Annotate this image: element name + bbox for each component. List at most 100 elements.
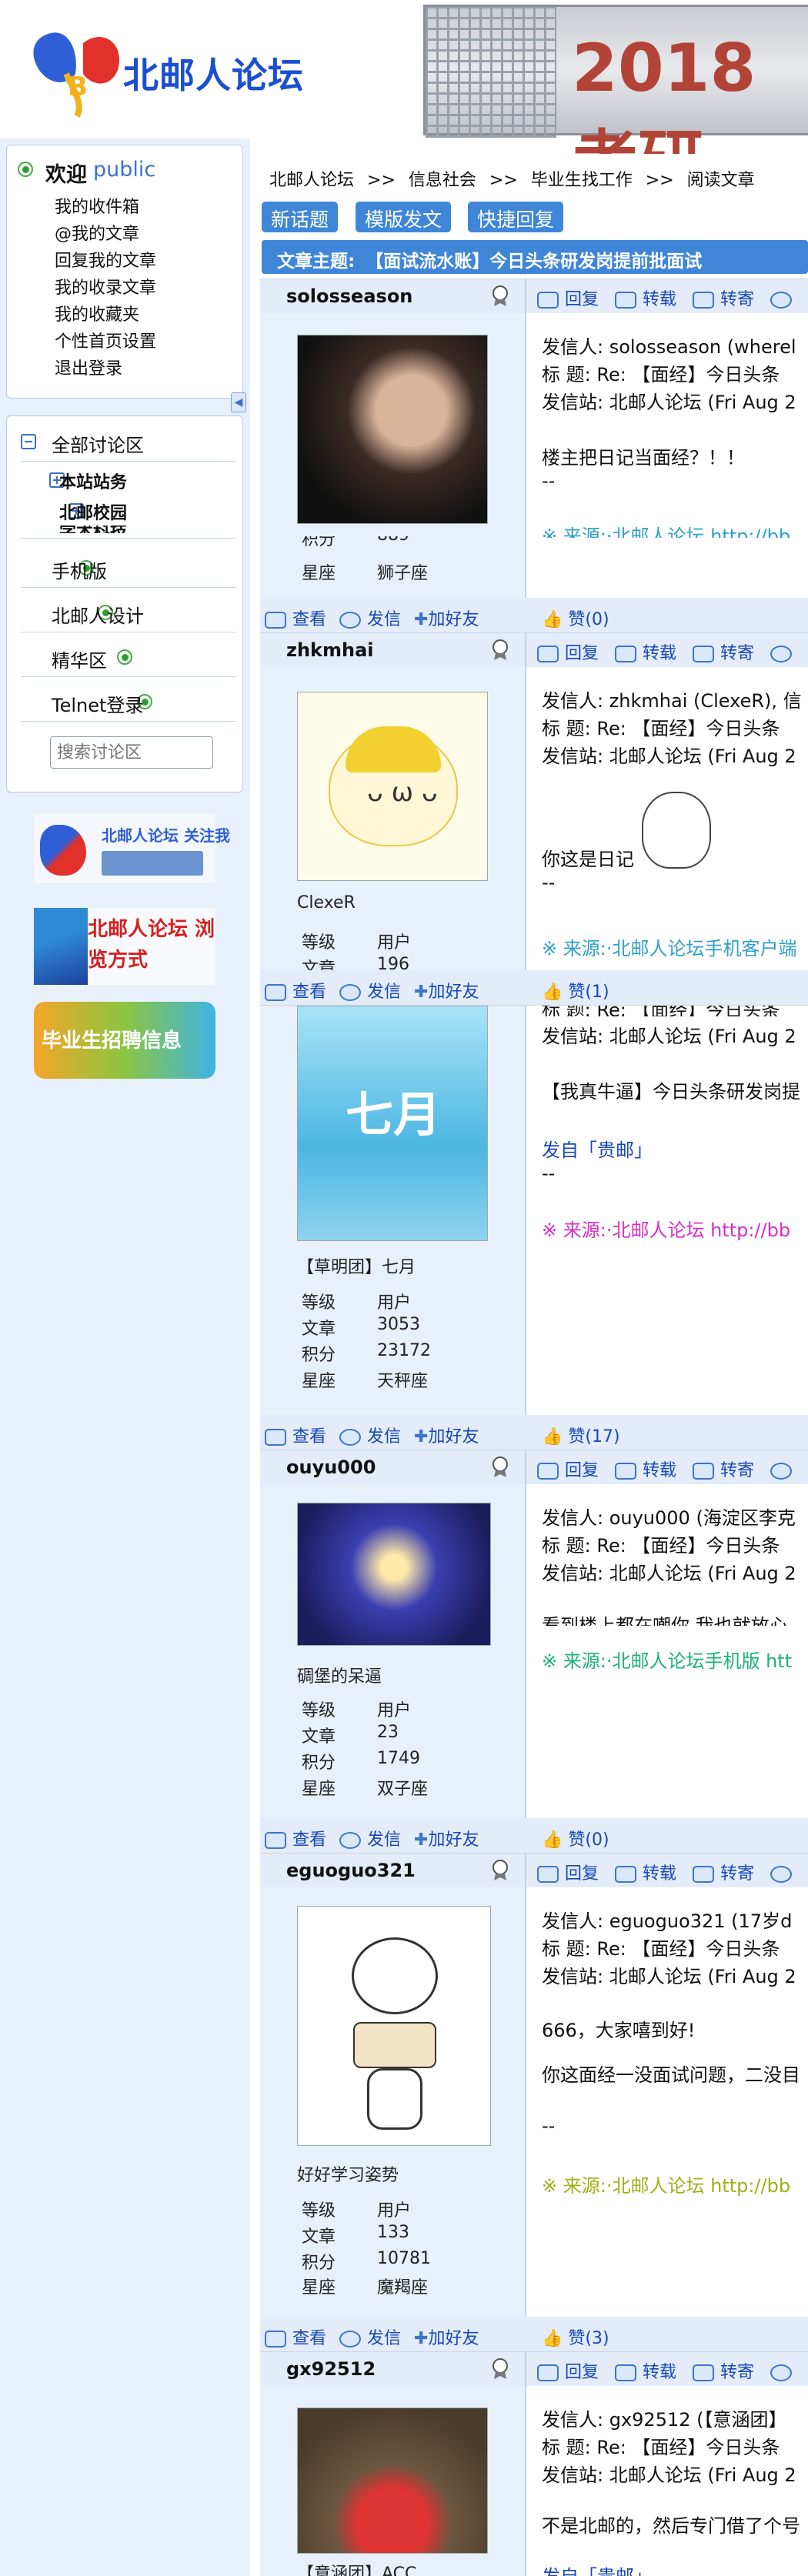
reply-icon[interactable] [537,1463,559,1480]
message-icon[interactable] [339,2331,362,2347]
repost-button[interactable]: 转寄 [720,290,754,309]
user-avatar[interactable] [297,1503,491,1646]
job-info-promo[interactable]: 毕业生招聘信息 [34,1002,215,1079]
browse-mode-promo[interactable]: 北邮人论坛 浏览方式 [34,908,215,985]
post-source[interactable]: ※ 来源:·北邮人论坛手机版 htt [542,1646,792,1673]
repost-button[interactable]: 转寄 [720,1461,754,1480]
view-icon[interactable] [265,1832,286,1849]
board-group-campus[interactable]: 北邮校园 [59,499,127,524]
view-profile-button[interactable]: 查看 [292,983,326,1002]
user-avatar[interactable] [297,335,488,524]
collapse-boards-icon[interactable] [21,433,36,449]
send-message-button[interactable]: 发信 [367,610,401,629]
send-message-button[interactable]: 发信 [367,2329,401,2348]
repost-button[interactable]: 转寄 [720,644,754,663]
add-friend-icon[interactable]: ✚ [414,983,428,1002]
send-message-button[interactable]: 发信 [367,1830,401,1850]
forward-icon[interactable] [615,2364,637,2381]
repost-button[interactable]: 转寄 [720,2363,754,2382]
add-friend-button[interactable]: 加好友 [428,2329,479,2348]
repost-icon[interactable] [693,2364,715,2381]
view-profile-button[interactable]: 查看 [292,1830,326,1850]
reply-button[interactable]: 回复 [565,2363,599,2382]
username[interactable]: public [93,158,155,182]
send-message-button[interactable]: 发信 [367,983,401,1002]
breadcrumb-home[interactable]: 北邮人论坛 [269,171,354,190]
sidebar-item-mobile[interactable]: 手机版 [52,556,107,583]
post-author[interactable]: ouyu000 [286,1457,376,1478]
board-search-input[interactable] [50,736,213,769]
message-icon[interactable] [339,1429,362,1446]
view-icon[interactable] [265,984,286,1001]
message-icon[interactable] [339,984,362,1001]
forward-icon[interactable] [615,292,637,309]
add-friend-button[interactable]: 加好友 [428,983,479,1002]
sidebar-link-home-settings[interactable]: 个性首页设置 [55,328,156,352]
logo-text[interactable]: 北邮人论坛 [123,48,304,98]
view-profile-button[interactable]: 查看 [292,610,326,629]
like-button[interactable]: 赞(0) [568,1830,609,1850]
like-icon[interactable]: 👍 [542,2329,563,2348]
view-profile-button[interactable]: 查看 [292,1427,326,1446]
like-button[interactable]: 赞(1) [568,983,609,1002]
like-button[interactable]: 赞(3) [568,2329,609,2348]
user-avatar[interactable]: 七月 [297,1006,488,1241]
repost-icon[interactable] [693,292,715,309]
like-icon[interactable]: 👍 [542,610,563,629]
add-friend-button[interactable]: 加好友 [428,610,479,629]
reply-icon[interactable] [537,646,559,662]
sidebar-link-collected[interactable]: 我的收录文章 [55,274,156,299]
quick-reply-button[interactable]: 快捷回复 [468,202,564,232]
sidebar-link-favorites[interactable]: 我的收藏夹 [55,301,139,325]
post-client-link[interactable]: 发自「贵邮」 [542,1135,653,1162]
user-avatar[interactable]: ᴗ ω ᴗ [297,692,488,881]
message-icon[interactable] [339,1832,362,1849]
add-friend-icon[interactable]: ✚ [414,1427,428,1446]
reply-icon[interactable] [537,292,559,309]
board-group-academic[interactable]: 学术科技 [59,526,127,533]
user-avatar[interactable] [297,1906,491,2146]
forward-icon[interactable] [615,1866,637,1883]
sidebar-item-telnet[interactable]: Telnet登录 [52,690,143,717]
breadcrumb-jobs[interactable]: 毕业生找工作 [531,171,633,190]
view-icon[interactable] [265,2331,286,2347]
sidebar-link-logout[interactable]: 退出登录 [55,355,122,379]
forward-button[interactable]: 转载 [643,290,676,309]
collapse-sidebar-icon[interactable]: ◀ [231,392,246,412]
sidebar-link-replies[interactable]: 回复我的文章 [55,247,156,272]
like-button[interactable]: 赞(0) [568,610,609,629]
template-post-button[interactable]: 模版发文 [356,202,452,232]
add-friend-icon[interactable]: ✚ [414,2329,428,2348]
like-icon[interactable]: 👍 [542,1830,563,1850]
add-friend-icon[interactable]: ✚ [414,1830,428,1850]
forward-icon[interactable] [615,1463,637,1480]
like-button[interactable]: 赞(17) [568,1427,619,1446]
search-icon[interactable] [770,2364,793,2381]
post-author[interactable]: gx92512 [286,2358,376,2380]
post-author[interactable]: eguoguo321 [286,1860,416,1881]
send-message-button[interactable]: 发信 [367,1427,401,1446]
sidebar-link-inbox[interactable]: 我的收件箱 [55,193,139,218]
repost-icon[interactable] [693,1866,715,1883]
like-icon[interactable]: 👍 [542,983,563,1002]
add-friend-icon[interactable]: ✚ [414,610,428,629]
post-source[interactable]: ※ 来源:·北邮人论坛手机客户端 [542,933,796,960]
post-author[interactable]: solosseason [286,285,412,307]
forward-button[interactable]: 转载 [643,2363,676,2382]
search-icon[interactable] [770,1463,793,1480]
message-icon[interactable] [339,612,362,629]
follow-promo[interactable]: 北邮人论坛 关注我 [34,814,230,883]
reply-button[interactable]: 回复 [565,290,599,309]
view-icon[interactable] [265,1429,286,1446]
forward-button[interactable]: 转载 [643,644,676,663]
post-source[interactable]: ※ 来源:·北邮人论坛 http://bb [542,526,790,538]
ad-banner[interactable]: 2018 考研 [423,5,808,200]
reply-button[interactable]: 回复 [565,644,599,663]
add-friend-button[interactable]: 加好友 [428,1427,479,1446]
repost-button[interactable]: 转寄 [720,1864,754,1884]
post-source[interactable]: ※ 来源:·北邮人论坛 http://bb [542,2171,790,2197]
board-group-site[interactable]: 本站站务 [59,469,127,493]
view-profile-button[interactable]: 查看 [292,2329,326,2348]
post-author[interactable]: zhkmhai [286,639,374,661]
repost-icon[interactable] [693,1463,715,1480]
